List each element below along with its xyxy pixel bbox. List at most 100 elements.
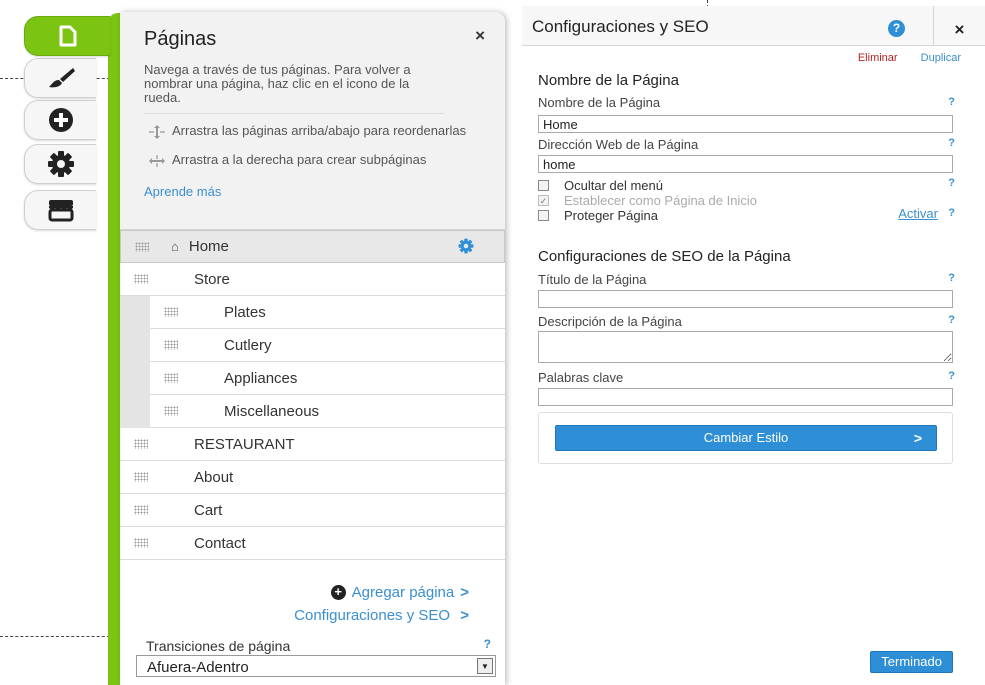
plus-circle-icon xyxy=(48,108,73,132)
home-icon: ⌂ xyxy=(171,239,179,254)
pages-panel: Páginas × Navega a través de tus páginas… xyxy=(120,12,505,685)
pages-description: Navega a través de tus páginas. Para vol… xyxy=(144,63,444,114)
keywords-label: Palabras clave xyxy=(538,370,624,385)
keywords-help-icon[interactable]: ? xyxy=(948,370,955,382)
page-row-miscellaneous[interactable]: Miscellaneous xyxy=(150,395,505,428)
seo-title-input[interactable] xyxy=(538,290,953,308)
settings-title: Configuraciones y SEO xyxy=(532,17,709,36)
page-label: Appliances xyxy=(224,369,298,387)
transitions-help-icon[interactable]: ? xyxy=(484,637,491,651)
hint-subpages-text: Arrastra a la derecha para crear subpági… xyxy=(172,152,427,167)
protect-page-checkbox[interactable]: Proteger Página xyxy=(538,208,658,223)
page-settings-gear-icon[interactable] xyxy=(458,238,474,259)
left-toolbar xyxy=(0,0,124,685)
description-label: Descripción de la Página xyxy=(538,314,682,329)
page-row-cutlery[interactable]: Cutlery xyxy=(150,329,505,362)
checkbox-checked-icon: ✓ xyxy=(538,195,549,206)
subpage-gutter xyxy=(120,296,150,429)
page-label: Cutlery xyxy=(224,336,272,354)
add-page-link[interactable]: + Agregar página > xyxy=(330,584,469,601)
transitions-select[interactable]: Afuera-Adentro ▼ xyxy=(136,655,496,677)
settings-help-icon[interactable]: ? xyxy=(888,20,905,37)
description-textarea[interactable] xyxy=(538,331,953,363)
protect-help-icon[interactable]: ? xyxy=(948,207,955,219)
checkbox-box[interactable] xyxy=(538,180,549,191)
page-name-help-icon[interactable]: ? xyxy=(948,96,955,108)
page-name-input[interactable] xyxy=(538,115,953,133)
seo-settings-label: Configuraciones y SEO xyxy=(294,607,451,624)
set-home-checkbox: ✓ Establecer como Página de Inicio xyxy=(538,193,757,208)
settings-header: Configuraciones y SEO ? × xyxy=(522,6,985,46)
page-label: Contact xyxy=(194,534,246,552)
drag-handle-icon[interactable] xyxy=(134,274,148,284)
page-name-label: Nombre de la Página xyxy=(538,95,661,110)
drag-handle-icon[interactable] xyxy=(134,538,148,548)
page-row-restaurant[interactable]: RESTAURANT xyxy=(120,428,505,461)
page-label: Home xyxy=(188,238,229,255)
page-label: Store xyxy=(194,270,230,288)
drag-handle-icon[interactable] xyxy=(135,241,149,252)
page-label: RESTAURANT xyxy=(194,435,295,453)
drag-handle-icon[interactable] xyxy=(134,505,148,515)
page-label: Miscellaneous xyxy=(224,402,320,420)
section-seo-title: Configuraciones de SEO de la Página xyxy=(538,248,791,265)
chevron-right-icon: > xyxy=(460,584,469,601)
drag-handle-icon[interactable] xyxy=(164,406,178,416)
pages-panel-title: Páginas xyxy=(144,28,217,50)
tool-design-button[interactable] xyxy=(24,58,96,98)
web-address-help-icon[interactable]: ? xyxy=(948,137,955,149)
paintbrush-icon xyxy=(48,68,75,88)
settings-close-button[interactable]: × xyxy=(933,6,985,46)
add-page-label: Agregar página xyxy=(351,584,455,601)
page-row-contact[interactable]: Contact xyxy=(120,527,505,560)
page-label: Cart xyxy=(194,501,223,519)
seo-title-help-icon[interactable]: ? xyxy=(948,272,955,284)
description-help-icon[interactable]: ? xyxy=(948,314,955,326)
page-row-home[interactable]: ⌂ Home xyxy=(120,230,505,263)
chevron-right-icon: > xyxy=(913,430,922,446)
learn-more-link[interactable]: Aprende más xyxy=(144,184,483,199)
checkbox-box[interactable] xyxy=(538,210,549,221)
tool-store-button[interactable] xyxy=(24,190,96,230)
hide-menu-label: Ocultar del menú xyxy=(564,178,663,193)
change-style-button[interactable]: Cambiar Estilo > xyxy=(555,425,937,451)
drag-handle-icon[interactable] xyxy=(134,439,148,449)
page-row-about[interactable]: About xyxy=(120,461,505,494)
page-icon xyxy=(59,25,76,47)
editor-stage: Páginas × Navega a través de tus páginas… xyxy=(0,0,985,685)
chevron-right-icon: > xyxy=(460,607,469,624)
web-address-label: Dirección Web de la Página xyxy=(538,137,699,152)
page-label: About xyxy=(194,468,234,486)
hint-subpages: Arrastra a la derecha para crear subpági… xyxy=(144,153,483,172)
pages-close-button[interactable]: × xyxy=(475,26,485,46)
activate-link[interactable]: Activar xyxy=(898,206,938,221)
web-address-input[interactable] xyxy=(538,155,953,173)
keywords-input[interactable] xyxy=(538,388,953,406)
hide-menu-help-icon[interactable]: ? xyxy=(948,177,955,189)
duplicate-page-link[interactable]: Duplicar xyxy=(921,52,961,64)
tool-add-button[interactable] xyxy=(24,100,96,140)
page-row-appliances[interactable]: Appliances xyxy=(150,362,505,395)
set-home-label: Establecer como Página de Inicio xyxy=(564,193,757,208)
tool-pages-button[interactable] xyxy=(24,16,110,56)
dropdown-arrow-icon[interactable]: ▼ xyxy=(477,658,493,674)
page-row-plates[interactable]: Plates xyxy=(150,296,505,329)
hide-menu-checkbox[interactable]: Ocultar del menú xyxy=(538,178,663,193)
drag-handle-icon[interactable] xyxy=(164,340,178,350)
seo-settings-link[interactable]: Configuraciones y SEO > xyxy=(294,607,469,624)
page-label: Plates xyxy=(224,303,266,321)
delete-page-link[interactable]: Eliminar xyxy=(858,52,898,64)
hint-reorder-text: Arrastra las páginas arriba/abajo para r… xyxy=(172,123,467,138)
plus-circle-icon: + xyxy=(330,585,346,600)
change-style-label: Cambiar Estilo xyxy=(703,430,789,445)
page-row-store[interactable]: Store xyxy=(120,263,505,296)
tool-settings-button[interactable] xyxy=(24,144,96,184)
drag-handle-icon[interactable] xyxy=(134,472,148,482)
gear-icon xyxy=(47,151,74,177)
drag-handle-icon[interactable] xyxy=(164,373,178,383)
page-row-cart[interactable]: Cart xyxy=(120,494,505,527)
page-actions: Eliminar Duplicar xyxy=(858,52,961,64)
done-button[interactable]: Terminado xyxy=(870,651,953,673)
drag-handle-icon[interactable] xyxy=(164,307,178,317)
page-list: ⌂ Home Store Plates Cutlery Appliances M… xyxy=(120,230,505,560)
